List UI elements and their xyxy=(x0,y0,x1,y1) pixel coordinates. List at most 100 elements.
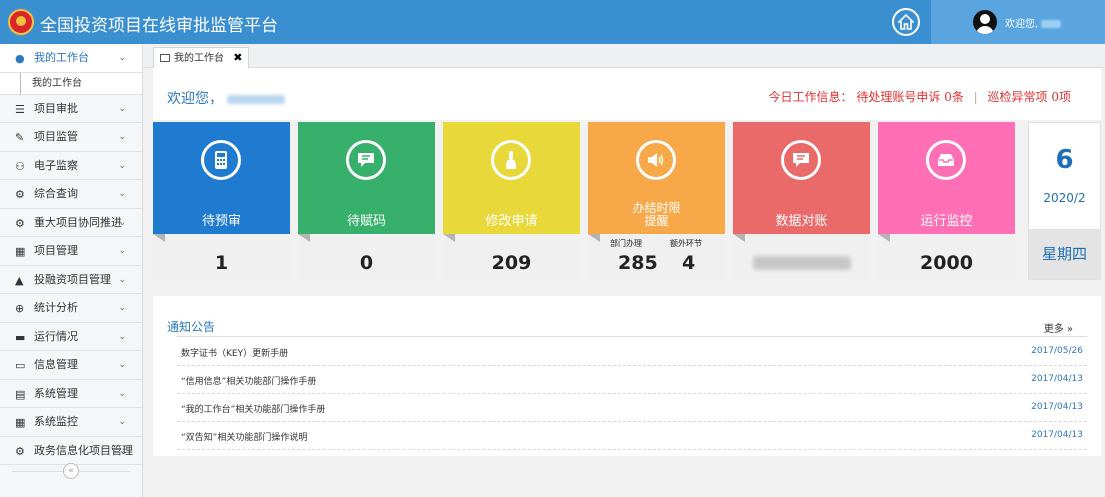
divider xyxy=(177,336,1087,337)
home-icon[interactable] xyxy=(892,8,920,36)
notice-item[interactable]: “信用信息”相关功能部门操作手册 2017/04/13 xyxy=(177,366,1087,394)
chevron-down-icon: ⌄ xyxy=(118,360,126,370)
pending-appeals-link[interactable]: 待处理账号申诉 0条 xyxy=(856,90,963,104)
calendar-icon: ▦ xyxy=(15,416,26,429)
card-label: 待预审 xyxy=(201,214,241,229)
sidebar-item-label: 系统监控 xyxy=(34,415,78,428)
card-fold xyxy=(298,234,310,242)
notice-item-date: 2017/05/26 xyxy=(1031,346,1083,356)
card-data-reconciliation[interactable]: 数据对账 xyxy=(733,122,870,280)
binoculars-icon: ⚇ xyxy=(15,159,25,173)
gear-icon: ⚙ xyxy=(15,216,25,230)
today-work-info: 今日工作信息： 待处理账号申诉 0条 | 巡检异常项 0项 xyxy=(769,88,1071,105)
sidebar-item-operations[interactable]: ▬ 运行情况 ⌄ xyxy=(0,323,142,351)
sidebar-item-label: 运行情况 xyxy=(34,329,78,343)
sidebar-item-label: 投融资项目管理 xyxy=(34,272,111,286)
sidebar-item-query[interactable]: ⚙ 综合查询 ⌄ xyxy=(0,180,142,209)
card-modification-requests[interactable]: 修改申请 209 xyxy=(443,122,580,280)
tab-workbench[interactable]: 我的工作台 ✖ xyxy=(153,47,250,68)
chevron-down-icon: ⌄ xyxy=(118,189,126,199)
notice-item[interactable]: 数字证书（KEY）更新手册 2017/05/26 xyxy=(177,338,1087,366)
sidebar-item-project-supervision[interactable]: ✎ 项目监管 ⌄ xyxy=(0,123,142,152)
notice-more-link[interactable]: 更多 » xyxy=(1044,320,1073,335)
welcome-top-label: 欢迎您, xyxy=(1005,19,1039,30)
card-value: 0 xyxy=(359,252,374,274)
dept-handling-value: 285 xyxy=(618,252,658,274)
sidebar-subitem-workbench[interactable]: 我的工作台 xyxy=(0,72,142,95)
notice-item-title[interactable]: “信用信息”相关功能部门操作手册 xyxy=(181,374,316,387)
welcome-message: 欢迎您， xyxy=(167,88,286,108)
card-header: 数据对账 xyxy=(733,122,870,234)
date-day: 6 xyxy=(1055,145,1074,175)
card-fold xyxy=(153,234,165,242)
welcome-top-text: 欢迎您, xyxy=(1005,15,1062,30)
brush-icon xyxy=(491,140,531,180)
card-operation-monitoring[interactable]: 运行监控 2000 xyxy=(878,122,1015,280)
sidebar-item-project-approval[interactable]: ☰ 项目审批 ⌄ xyxy=(0,95,142,123)
card-label: 待赋码 xyxy=(346,214,386,229)
notice-item[interactable]: “双告知”相关功能部门操作说明 2017/04/13 xyxy=(177,422,1087,450)
notice-item-title[interactable]: “我的工作台”相关功能部门操作手册 xyxy=(181,402,325,415)
chevron-down-icon: ⌄ xyxy=(118,303,126,313)
sidebar-item-statistics[interactable]: ⊕ 统计分析 ⌄ xyxy=(0,294,142,323)
user-menu[interactable]: 欢迎您, xyxy=(931,0,1105,44)
date-card: 6 2020/2 星期四 xyxy=(1028,122,1101,280)
sidebar-item-label: 项目监管 xyxy=(34,130,78,143)
sidebar-item-label: 重大项目协同推进 xyxy=(34,215,122,229)
card-fold xyxy=(588,234,600,242)
card-deadline-reminder[interactable]: 办结时限 提醒 部门办理 额外环节 285 4 xyxy=(588,122,725,280)
notice-panel: 通知公告 更多 » 数字证书（KEY）更新手册 2017/05/26 “信用信息… xyxy=(153,296,1101,456)
bell-icon: ▲ xyxy=(15,273,24,287)
chevron-down-icon: ⌄ xyxy=(118,217,126,228)
zoom-icon: ⊕ xyxy=(15,302,25,315)
cogs-icon: ⚙ xyxy=(15,188,25,201)
separator: | xyxy=(973,90,978,104)
card-pending-pre-review[interactable]: 待预审 1 xyxy=(153,122,290,280)
card-label: 运行监控 xyxy=(920,214,973,229)
chevron-down-icon: ⌄ xyxy=(118,246,126,256)
card-fold xyxy=(443,234,455,242)
chevron-down-icon: ⌄ xyxy=(118,132,126,142)
calculator-icon xyxy=(201,140,241,180)
sidebar-item-e-monitoring[interactable]: ⚇ 电子监察 ⌄ xyxy=(0,152,142,180)
redacted-username xyxy=(227,94,286,104)
inbox-icon xyxy=(926,140,966,180)
card-value: 209 xyxy=(491,252,532,274)
tab-bar: 我的工作台 ✖ xyxy=(143,44,1105,68)
notice-item-date: 2017/04/13 xyxy=(1031,430,1083,440)
sidebar-collapse-button[interactable]: « xyxy=(63,463,79,479)
inspection-anomalies-link[interactable]: 巡检异常项 0项 xyxy=(988,90,1071,104)
card-fold xyxy=(878,234,890,242)
notice-item-title[interactable]: “双告知”相关功能部门操作说明 xyxy=(181,430,307,443)
sidebar-item-major-projects[interactable]: ⚙ 重大项目协同推进 ⌄ xyxy=(0,209,142,237)
sidebar-item-label: 我的工作台 xyxy=(34,51,89,64)
dept-handling-label: 部门办理 xyxy=(610,239,642,248)
sidebar-item-label: 项目管理 xyxy=(34,244,78,257)
edit-icon: ✎ xyxy=(15,131,25,144)
redacted-value xyxy=(753,256,851,270)
chevron-down-icon: ⌄ xyxy=(118,53,126,63)
notice-item-title[interactable]: 数字证书（KEY）更新手册 xyxy=(181,346,288,359)
chat-icon xyxy=(781,140,821,180)
card-header: 修改申请 xyxy=(443,122,580,234)
card-pending-coding[interactable]: 待赋码 0 xyxy=(298,122,435,280)
chevron-down-icon: ⌄ xyxy=(118,160,126,171)
chevron-down-icon: ⌄ xyxy=(118,103,126,114)
list-icon: ☰ xyxy=(15,102,25,116)
close-icon[interactable]: ✖ xyxy=(233,51,242,64)
sidebar-item-label: 项目审批 xyxy=(34,101,78,115)
sidebar-item-project-management[interactable]: ▦ 项目管理 ⌄ xyxy=(0,237,142,266)
sidebar-item-investment-financing[interactable]: ▲ 投融资项目管理 ⌄ xyxy=(0,266,142,294)
sidebar-item-info-management[interactable]: ▭ 信息管理 ⌄ xyxy=(0,351,142,380)
sidebar-item-system-monitor[interactable]: ▦ 系统监控 ⌄ xyxy=(0,408,142,437)
cogs-icon: ⚙ xyxy=(15,444,25,458)
sidebar-item-system-management[interactable]: ▤ 系统管理 ⌄ xyxy=(0,380,142,408)
card-header: 待赋码 xyxy=(298,122,435,234)
sidebar-item-workbench[interactable]: ● 我的工作台 ⌄ xyxy=(0,44,142,73)
notice-item[interactable]: “我的工作台”相关功能部门操作手册 2017/04/13 xyxy=(177,394,1087,422)
tab-label: 我的工作台 xyxy=(174,53,224,64)
notice-title: 通知公告 xyxy=(167,320,216,334)
card-fold xyxy=(733,234,745,242)
sidebar-item-gov-it-projects[interactable]: ⚙ 政务信息化项目管理 ⌄ xyxy=(0,437,142,465)
card-header: 待预审 xyxy=(153,122,290,234)
